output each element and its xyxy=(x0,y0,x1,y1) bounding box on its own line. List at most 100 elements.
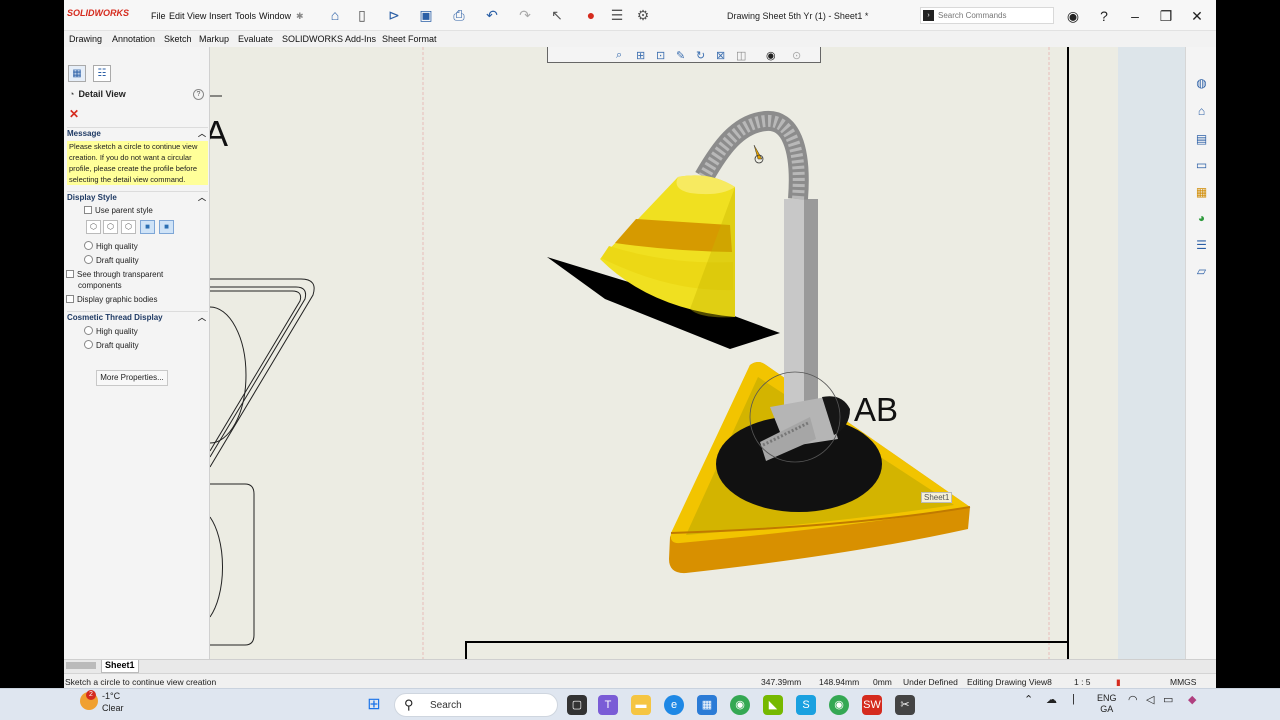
display-style-section-header[interactable]: Display Style ︿ xyxy=(67,191,208,203)
options-gear-icon[interactable]: ⚙ xyxy=(634,6,652,24)
menu-tools[interactable]: Tools xyxy=(235,11,256,21)
redo-icon[interactable]: ↷ xyxy=(516,6,534,24)
chrome-icon[interactable]: ◉ xyxy=(730,695,750,715)
hidden-lines-removed-icon[interactable]: ⬡ xyxy=(121,220,136,234)
more-properties-button[interactable]: More Properties... xyxy=(96,370,168,386)
user-account-icon[interactable]: ◉ xyxy=(1063,6,1083,26)
shaded-icon[interactable]: ■ xyxy=(159,220,174,234)
ct-draft-quality-radio[interactable]: Draft quality xyxy=(84,340,139,350)
restore-button[interactable]: ❐ xyxy=(1156,6,1176,26)
use-parent-style-checkbox[interactable]: Use parent style xyxy=(84,206,153,215)
display-style-icon[interactable]: ◫ xyxy=(736,49,746,62)
menu-view[interactable]: View xyxy=(187,11,206,21)
search-commands-input[interactable]: › Search Commands xyxy=(920,7,1054,24)
detail-view-label[interactable]: AB xyxy=(854,391,898,429)
new-document-icon[interactable]: ▯ xyxy=(353,6,371,24)
tab-evaluate[interactable]: Evaluate xyxy=(235,32,276,46)
zoom-to-area-icon[interactable]: ⊞ xyxy=(636,49,645,62)
print-icon[interactable]: ⎙ xyxy=(450,6,468,24)
onedrive-icon[interactable]: ☁ xyxy=(1046,693,1057,706)
collapse-chevron-icon[interactable]: ︿ xyxy=(198,192,206,203)
drawing-canvas[interactable]: AB A Sheet1 ⌕ ⊞ ⊡ ✎ ↻ ⊠ ◫ ◉ ⊙ ⧉ ▢ – ❐ ✕ … xyxy=(210,47,1216,659)
battery-icon[interactable]: ▭ xyxy=(1163,693,1173,706)
snipping-tool-icon[interactable]: ✂ xyxy=(895,695,915,715)
edge-icon[interactable]: e xyxy=(664,695,684,715)
forum-icon[interactable]: ▱ xyxy=(1193,263,1210,280)
section-view-icon[interactable]: ✎ xyxy=(676,49,685,62)
close-button[interactable]: ✕ xyxy=(1187,6,1207,26)
menu-edit[interactable]: Edit xyxy=(169,11,185,21)
design-library-home-icon[interactable]: ⌂ xyxy=(1193,103,1210,120)
chrome-profile-icon[interactable]: ◉ xyxy=(829,695,849,715)
file-explorer-taskbar-icon[interactable]: ▬ xyxy=(631,695,651,715)
feature-manager-tab-icon[interactable]: ▦ xyxy=(68,65,86,82)
menu-file[interactable]: File xyxy=(151,11,166,21)
show-hidden-icons-chevron[interactable]: ⌃ xyxy=(1024,693,1033,706)
rebuild-status-icon[interactable]: ▮ xyxy=(1116,677,1121,688)
status-scale[interactable]: 1 : 5 xyxy=(1074,677,1091,687)
collapse-chevron-icon[interactable]: ︿ xyxy=(198,312,206,323)
open-icon[interactable]: ⊳ xyxy=(385,6,403,24)
hide-show-items-icon[interactable]: ◉ xyxy=(766,49,776,62)
property-manager-tab-icon[interactable]: ☷ xyxy=(93,65,111,82)
microphone-icon[interactable]: | xyxy=(1072,693,1075,705)
taskbar-search-box[interactable]: ⚲ Search xyxy=(394,693,558,717)
previous-view-icon[interactable]: ⊡ xyxy=(656,49,665,62)
teams-icon[interactable]: T xyxy=(598,695,618,715)
pan-icon[interactable]: ⊠ xyxy=(716,49,725,62)
minimize-button[interactable]: – xyxy=(1125,6,1145,26)
app-s-icon[interactable]: S xyxy=(796,695,816,715)
windows-start-icon[interactable]: ⊞ xyxy=(364,695,384,715)
tab-solidworks-addins[interactable]: SOLIDWORKS Add-Ins xyxy=(279,32,379,46)
notification-bell-icon[interactable]: ◆ xyxy=(1188,693,1196,706)
tab-sketch[interactable]: Sketch xyxy=(161,32,195,46)
weather-temperature[interactable]: -1°C xyxy=(102,691,120,701)
view-maximize-icon[interactable]: ❐ xyxy=(1175,47,1185,48)
volume-icon[interactable]: ◁ xyxy=(1146,693,1154,706)
view-restore-icon[interactable]: ⧉ xyxy=(1110,47,1118,48)
help-icon[interactable]: ? xyxy=(1094,6,1114,26)
pin-icon[interactable]: ✱ xyxy=(296,11,304,22)
wifi-icon[interactable]: ◠ xyxy=(1128,693,1138,706)
see-through-transparent-checkbox[interactable]: See through transparent components xyxy=(66,269,163,291)
task-view-icon[interactable]: ▢ xyxy=(567,695,587,715)
select-arrow-icon[interactable]: ↖ xyxy=(548,6,566,24)
collapse-chevron-icon[interactable]: ︿ xyxy=(198,128,206,139)
view-tile-icon[interactable]: ▢ xyxy=(1136,47,1146,48)
message-section-header[interactable]: Message ︿ xyxy=(67,127,208,139)
menu-insert[interactable]: Insert xyxy=(209,11,232,21)
menu-window[interactable]: Window xyxy=(259,11,291,21)
design-library-icon[interactable]: ▤ xyxy=(1193,131,1210,148)
shaded-with-edges-icon[interactable]: ■ xyxy=(140,220,155,234)
draft-quality-radio[interactable]: Draft quality xyxy=(84,255,139,265)
tab-markup[interactable]: Markup xyxy=(196,32,232,46)
custom-properties-icon[interactable]: ☰ xyxy=(1193,237,1210,254)
solidworks-logo[interactable]: SOLIDWORKS xyxy=(67,8,129,18)
home-icon[interactable]: ⌂ xyxy=(326,6,344,24)
file-explorer-icon[interactable]: ▭ xyxy=(1193,157,1210,174)
wireframe-style-icon[interactable]: ⬡ xyxy=(86,220,101,234)
view-palette-icon[interactable]: ▦ xyxy=(1193,184,1210,201)
nvidia-icon[interactable]: ◣ xyxy=(763,695,783,715)
weather-condition[interactable]: Clear xyxy=(102,703,124,713)
zoom-to-fit-icon[interactable]: ⌕ xyxy=(616,49,622,62)
display-graphic-bodies-checkbox[interactable]: Display graphic bodies xyxy=(66,295,158,304)
rebuild-icon[interactable]: ● xyxy=(582,6,600,24)
save-icon[interactable]: ▣ xyxy=(417,6,435,24)
status-units[interactable]: MMGS xyxy=(1170,677,1196,687)
appearances-icon[interactable]: ◕ xyxy=(1193,210,1210,227)
language-indicator[interactable]: ENG GA xyxy=(1097,693,1117,715)
solidworks-taskbar-icon[interactable]: SW xyxy=(862,695,882,715)
rotate-view-icon[interactable]: ↻ xyxy=(696,49,705,62)
store-icon[interactable]: ▦ xyxy=(697,695,717,715)
high-quality-radio[interactable]: High quality xyxy=(84,241,138,251)
undo-icon[interactable]: ↶ xyxy=(483,6,501,24)
cancel-x-button[interactable]: ✕ xyxy=(69,107,79,121)
file-properties-icon[interactable]: ☰ xyxy=(608,6,626,24)
tab-sheet-format[interactable]: Sheet Format xyxy=(379,32,440,46)
solidworks-resources-icon[interactable]: ◍ xyxy=(1193,75,1210,92)
tab-drawing[interactable]: Drawing xyxy=(66,32,105,46)
ct-high-quality-radio[interactable]: High quality xyxy=(84,326,138,336)
cosmetic-thread-section-header[interactable]: Cosmetic Thread Display ︿ xyxy=(67,311,208,323)
hidden-lines-visible-icon[interactable]: ⬡ xyxy=(103,220,118,234)
